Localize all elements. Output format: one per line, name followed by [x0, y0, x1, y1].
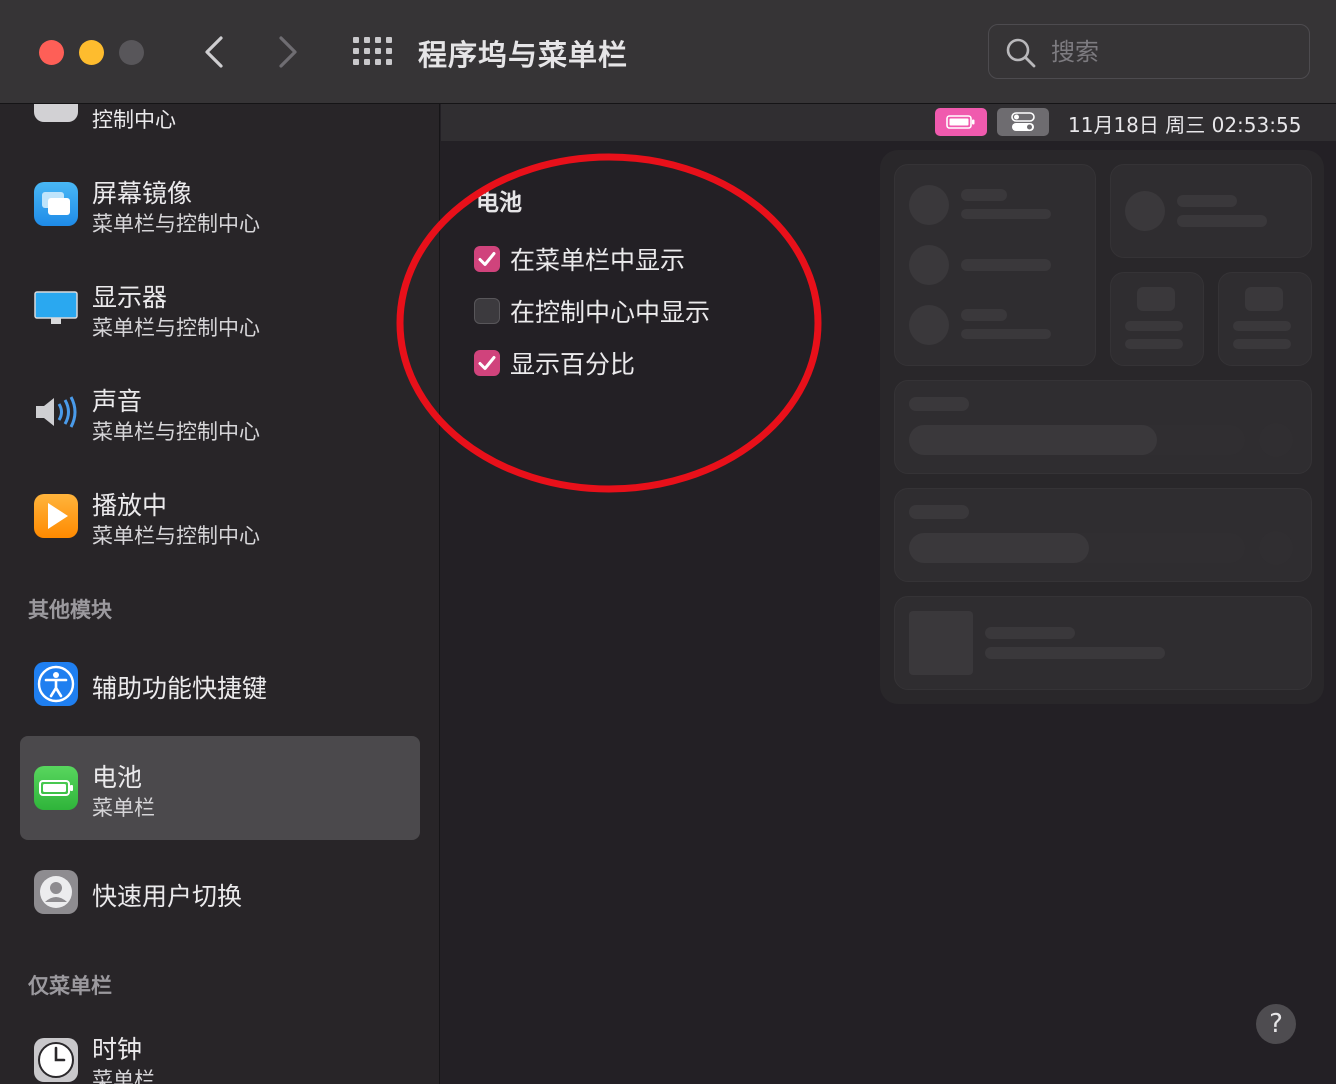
menubar-datetime: 11月18日 周三 02:53:55: [1068, 113, 1302, 137]
sidebar-item-label: 播放中: [92, 491, 168, 520]
search-icon: [1006, 38, 1036, 68]
battery-icon: [34, 766, 78, 810]
chevron-right-icon: [279, 36, 297, 68]
show-all-grid-button[interactable]: [350, 34, 392, 70]
sidebar-item-label: 屏幕镜像: [92, 179, 193, 208]
window-title: 程序坞与菜单栏: [418, 38, 629, 72]
sidebar-item-sub: 菜单栏与控制中心: [92, 524, 260, 548]
preview-connectivity-tile: [894, 164, 1096, 366]
sidebar-item-label: 显示器: [92, 283, 168, 312]
sidebar-item-label: 控制中心: [92, 108, 176, 132]
preview-sound-slider-tile: [894, 488, 1312, 582]
sidebar-item-sub: 菜单栏与控制中心: [92, 420, 260, 444]
sidebar-item-label: 快速用户切换: [92, 882, 243, 911]
sidebar-item-sub: 菜单栏与控制中心: [92, 212, 260, 236]
search-input[interactable]: [1049, 34, 1293, 70]
screen-mirroring-icon: [34, 182, 78, 226]
section-header-menubar-only: 仅菜单栏: [28, 974, 112, 998]
section-header-other-modules: 其他模块: [28, 598, 112, 622]
sidebar-item-now-playing[interactable]: 播放中 菜单栏与控制中心: [20, 464, 420, 568]
sidebar-item-accessibility-shortcuts[interactable]: 辅助功能快捷键: [20, 632, 420, 736]
sidebar-item-label: 声音: [92, 387, 143, 416]
sidebar-item-sound[interactable]: 声音 菜单栏与控制中心: [20, 360, 420, 464]
back-button[interactable]: [194, 30, 234, 74]
menubar-battery-icon: [935, 108, 987, 136]
user-switch-icon: [34, 870, 78, 914]
zoom-window-button[interactable]: [119, 40, 144, 65]
close-window-button[interactable]: [39, 40, 64, 65]
clock-icon: [34, 1038, 78, 1082]
preferences-window: 程序坞与菜单栏 控制中心 屏幕镜像 菜单栏与控制中心 显示器 菜单栏与控制中心: [0, 0, 1336, 1084]
minimize-window-button[interactable]: [79, 40, 104, 65]
sidebar-item-label: 时钟: [92, 1035, 143, 1064]
sidebar-item-sub: 菜单栏: [92, 796, 155, 820]
search-field[interactable]: [988, 24, 1310, 79]
menubar-preview: 11月18日 周三 02:53:55: [441, 104, 1336, 141]
sidebar-item-sub: 菜单栏与控制中心: [92, 316, 260, 340]
accessibility-icon: [34, 662, 78, 706]
sidebar-item-label: 电池: [92, 763, 143, 792]
preview-small-tile: [1110, 272, 1204, 366]
sidebar-item-fast-user-switching[interactable]: 快速用户切换: [20, 840, 420, 944]
now-playing-icon: [34, 494, 78, 538]
title-bar: 程序坞与菜单栏: [0, 0, 1336, 104]
preview-small-tile: [1218, 272, 1312, 366]
control-center-icon: [34, 104, 78, 122]
sidebar-item-label: 辅助功能快捷键: [92, 674, 268, 703]
menubar-control-center-icon: [997, 108, 1049, 136]
sidebar-item-screen-mirroring[interactable]: 屏幕镜像 菜单栏与控制中心: [20, 152, 420, 256]
sidebar-item-display[interactable]: 显示器 菜单栏与控制中心: [20, 256, 420, 360]
speaker-icon: [34, 390, 78, 434]
control-center-preview: [880, 150, 1324, 704]
preview-display-slider-tile: [894, 380, 1312, 474]
forward-button[interactable]: [268, 30, 308, 74]
annotation-circle: [396, 153, 822, 493]
sidebar-item-battery[interactable]: 电池 菜单栏: [20, 736, 420, 840]
sidebar-item-clock[interactable]: 时钟 菜单栏: [20, 1008, 420, 1084]
preview-focus-tile: [1110, 164, 1312, 258]
sidebar-item-sub: 菜单栏: [92, 1068, 155, 1084]
chevron-left-icon: [205, 36, 223, 68]
sidebar: 控制中心 屏幕镜像 菜单栏与控制中心 显示器 菜单栏与控制中心 声音 菜单栏与控…: [0, 104, 440, 1084]
help-button[interactable]: ?: [1256, 1004, 1296, 1044]
display-icon: [34, 286, 78, 330]
preview-now-playing-tile: [894, 596, 1312, 690]
